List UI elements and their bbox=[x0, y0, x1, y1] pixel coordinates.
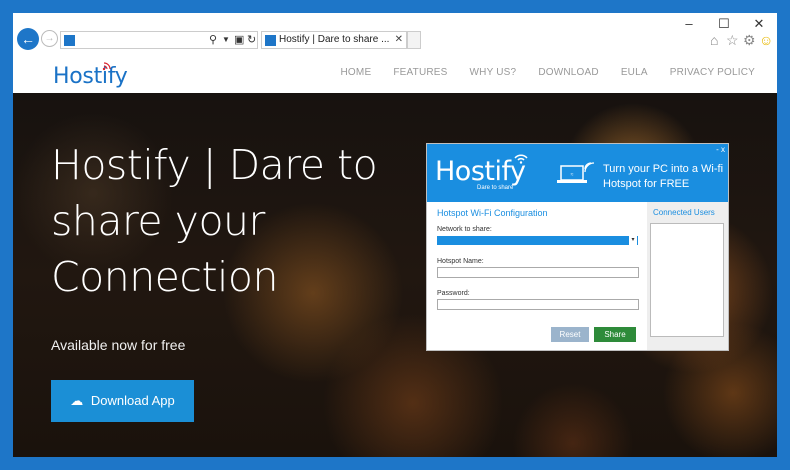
laptop-wifi-icon: ≈ bbox=[557, 162, 595, 183]
hero-subtitle: Available now for free bbox=[51, 337, 186, 353]
close-window-icon[interactable]: ✕ bbox=[748, 17, 770, 31]
hotspot-name-label: Hotspot Name: bbox=[437, 258, 484, 265]
tab-hostify[interactable]: Hostify | Dare to share ... ✕ bbox=[261, 31, 407, 49]
svg-text:≈: ≈ bbox=[571, 172, 574, 178]
network-select[interactable]: ▾ bbox=[437, 236, 638, 245]
browser-toolbar: – ☐ ✕ ← → ⚲ ▼ ▣ ↻ Hostify | Dare to shar… bbox=[13, 13, 777, 55]
new-tab-button[interactable] bbox=[407, 31, 421, 49]
back-arrow-icon[interactable]: ← bbox=[17, 28, 39, 50]
gear-icon[interactable]: ⚙ bbox=[743, 32, 756, 48]
download-app-label: Download App bbox=[90, 393, 175, 408]
nav-download[interactable]: DOWNLOAD bbox=[538, 67, 599, 78]
password-field[interactable] bbox=[437, 299, 639, 310]
tab-title: Hostify | Dare to share ... bbox=[279, 34, 390, 45]
minimize-icon[interactable]: – bbox=[678, 17, 700, 31]
app-logo: Hostify bbox=[435, 156, 526, 187]
password-label: Password: bbox=[437, 290, 470, 297]
config-title: Hotspot Wi-Fi Configuration bbox=[437, 208, 548, 218]
nav-why-us[interactable]: WHY US? bbox=[470, 67, 517, 78]
site-nav: HOME FEATURES WHY US? DOWNLOAD EULA PRIV… bbox=[319, 67, 755, 78]
site-header: Hostify HOME FEATURES WHY US? DOWNLOAD E… bbox=[13, 55, 777, 93]
chevron-down-icon: ▾ bbox=[629, 236, 637, 245]
app-screenshot-panel: - x Hostify Dare to share ≈ Turn your PC… bbox=[426, 143, 729, 351]
search-icon[interactable]: ⚲ bbox=[209, 33, 217, 47]
browser-client-area: – ☐ ✕ ← → ⚲ ▼ ▣ ↻ Hostify | Dare to shar… bbox=[13, 13, 777, 457]
download-app-button[interactable]: ☁ Download App bbox=[51, 380, 194, 422]
app-tagline: Dare to share bbox=[477, 185, 514, 191]
connected-users-title: Connected Users bbox=[653, 208, 715, 217]
nav-eula[interactable]: EULA bbox=[621, 67, 648, 78]
star-icon[interactable]: ☆ bbox=[726, 32, 739, 48]
lock-icon: ▣ bbox=[234, 34, 245, 46]
tab-favicon bbox=[265, 35, 276, 46]
browser-window: – ☐ ✕ ← → ⚲ ▼ ▣ ↻ Hostify | Dare to shar… bbox=[0, 0, 790, 470]
home-icon[interactable]: ⌂ bbox=[710, 32, 718, 48]
hero-title: Hostify | Dare to share your Connection bbox=[51, 141, 378, 301]
app-window-controls: - x bbox=[716, 145, 725, 154]
network-label: Network to share: bbox=[437, 226, 492, 233]
reset-button[interactable]: Reset bbox=[551, 327, 589, 342]
share-button[interactable]: Share bbox=[594, 327, 636, 342]
smiley-icon[interactable]: ☺ bbox=[759, 32, 773, 48]
nav-features[interactable]: FEATURES bbox=[393, 67, 447, 78]
site-favicon bbox=[64, 35, 75, 46]
close-tab-icon[interactable]: ✕ bbox=[395, 32, 403, 48]
hotspot-name-field[interactable] bbox=[437, 267, 639, 278]
dropdown-icon[interactable]: ▼ bbox=[222, 33, 230, 47]
maximize-icon[interactable]: ☐ bbox=[713, 17, 735, 31]
forward-arrow-icon[interactable]: → bbox=[41, 30, 58, 47]
cloud-download-icon: ☁ bbox=[70, 393, 84, 408]
connected-users-panel: Connected Users bbox=[647, 202, 728, 350]
hero-section: Hostify | Dare to share your Connection … bbox=[13, 93, 777, 457]
nav-home[interactable]: HOME bbox=[341, 67, 372, 78]
connected-users-list bbox=[650, 223, 724, 337]
app-promo: Turn your PC into a Wi-fi Hotspot for FR… bbox=[603, 163, 724, 190]
refresh-icon[interactable]: ↻ bbox=[247, 33, 256, 47]
address-bar[interactable]: ⚲ ▼ ▣ ↻ bbox=[60, 31, 258, 49]
app-wifi-icon bbox=[514, 154, 528, 164]
site-logo[interactable]: Hostify bbox=[53, 64, 128, 89]
nav-privacy-policy[interactable]: PRIVACY POLICY bbox=[670, 67, 755, 78]
app-header: - x Hostify Dare to share ≈ Turn your PC… bbox=[427, 144, 728, 202]
wifi-icon bbox=[102, 62, 111, 71]
